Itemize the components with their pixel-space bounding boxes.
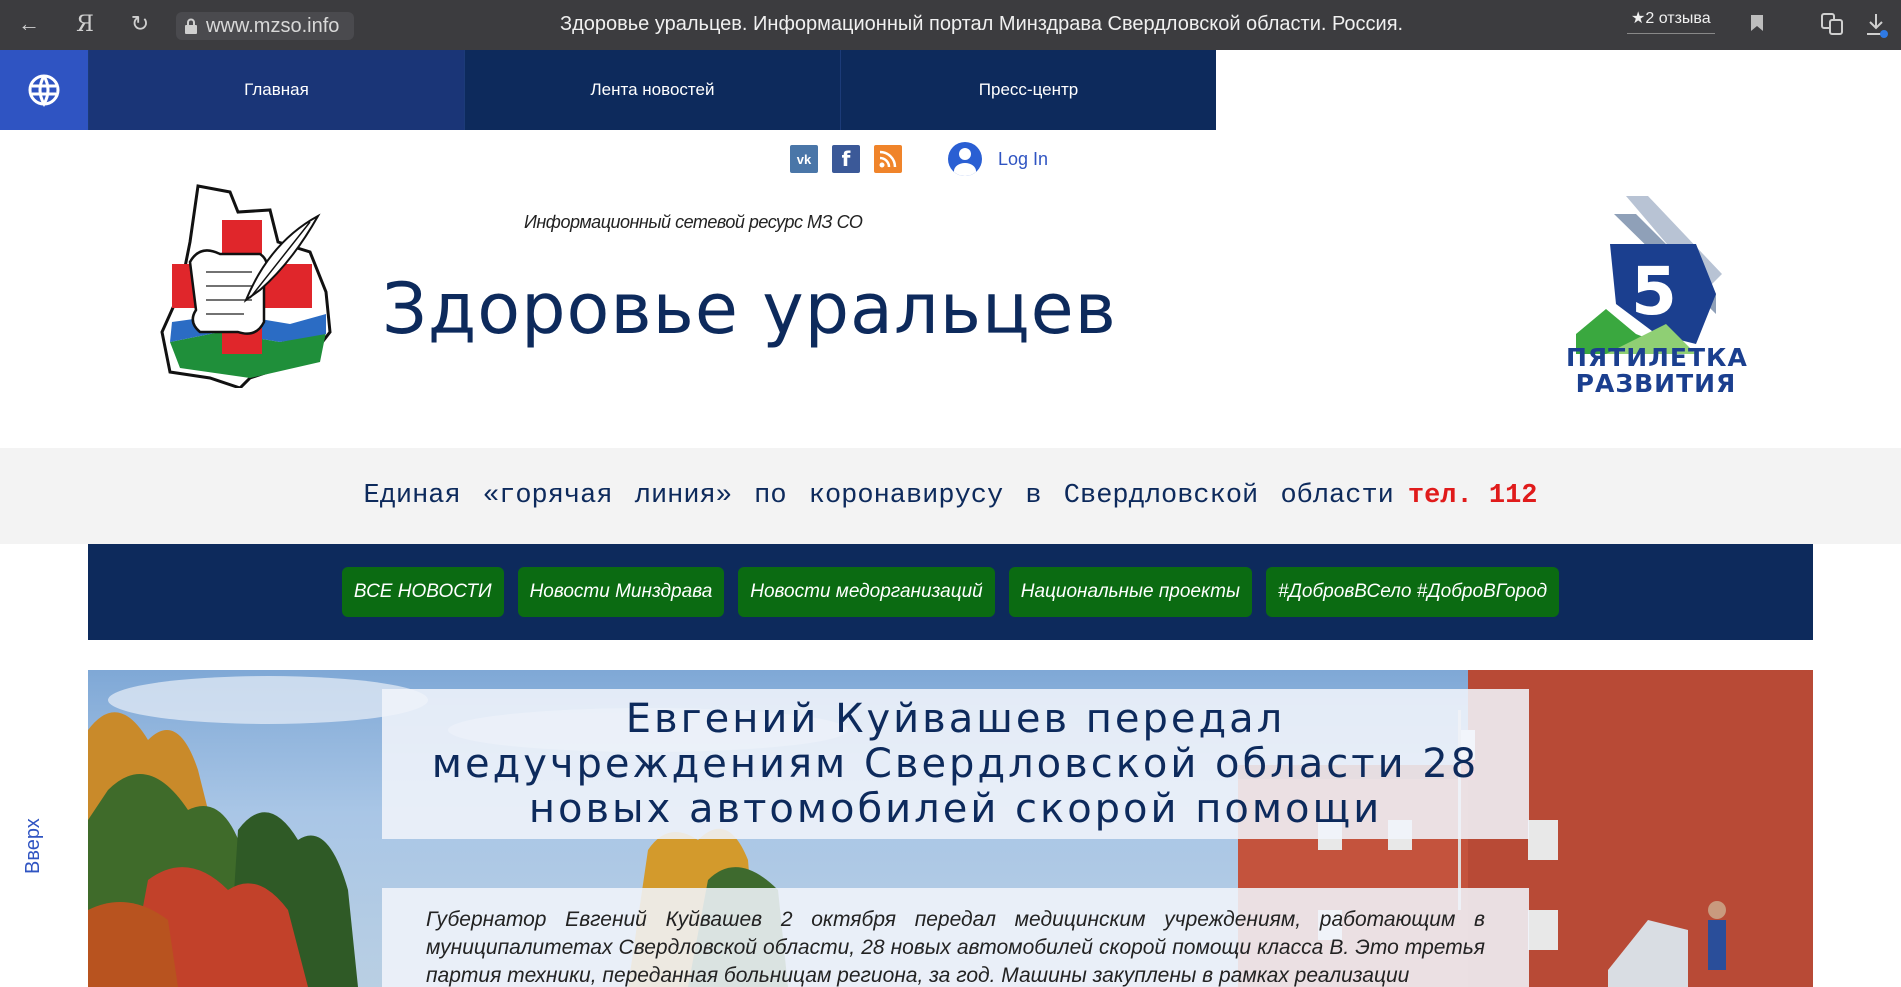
download-icon[interactable]	[1864, 12, 1888, 38]
url-text: www.mzso.info	[206, 14, 340, 37]
site-title[interactable]: Здоровье уральцев	[382, 268, 1117, 350]
vk-icon[interactable]: vk	[790, 145, 818, 173]
browser-toolbar: ← Я ↻ www.mzso.info Здоровье уральцев. И…	[0, 0, 1901, 50]
summary-box: Губернатор Евгений Куйвашев 2 октября пе…	[382, 888, 1529, 987]
login-label: Log In	[998, 148, 1049, 169]
category-dobro-hashtags[interactable]: #ДобровВСело #ДоброВГород	[1265, 567, 1560, 617]
category-all-news[interactable]: ВСЕ НОВОСТИ	[341, 567, 504, 617]
social-links: vk f	[790, 145, 916, 173]
ministry-logo	[160, 184, 332, 388]
bookmark-icon[interactable]	[1750, 14, 1764, 32]
extensions-icon[interactable]	[1820, 12, 1846, 36]
five-year-plan-line1: ПЯТИЛЕТКА	[1566, 343, 1748, 372]
featured-headline[interactable]: Евгений Куйвашев передал медучреждениям …	[382, 696, 1529, 832]
five-year-plan-line2: РАЗВИТИЯ	[1575, 369, 1737, 398]
nav-home[interactable]: Главная	[88, 50, 464, 130]
user-avatar-icon	[948, 142, 982, 176]
rss-glyph	[879, 150, 897, 168]
address-bar[interactable]: www.mzso.info	[176, 12, 354, 40]
rss-icon[interactable]	[874, 145, 902, 173]
page-title-tab: Здоровье уральцев. Информационный портал…	[560, 13, 1404, 35]
news-category-bar: ВСЕ НОВОСТИ Новости Минздрава Новости ме…	[88, 544, 1813, 640]
yandex-icon[interactable]: Я	[70, 9, 100, 39]
language-globe-button[interactable]	[0, 50, 88, 130]
covid-hotline-banner: Единая «горячая линия» по коронавирусу в…	[0, 448, 1901, 544]
featured-summary: Губернатор Евгений Куйвашев 2 октября пе…	[426, 908, 1485, 987]
reload-icon[interactable]: ↻	[125, 9, 155, 39]
nav-press-center[interactable]: Пресс-центр	[840, 50, 1216, 130]
login-button[interactable]: Log In	[948, 142, 1048, 176]
category-national-projects[interactable]: Национальные проекты	[1008, 567, 1252, 617]
lock-icon	[185, 18, 197, 34]
category-medorg-news[interactable]: Новости медорганизаций	[738, 567, 995, 617]
five-year-plan-caption: ПЯТИЛЕТКА РАЗВИТИЯ	[1566, 343, 1748, 398]
five-year-plan-number: 5	[1631, 253, 1677, 330]
reviews-badge[interactable]: ★2 отзыва	[1627, 8, 1715, 34]
back-arrow-icon[interactable]: ←	[14, 9, 44, 39]
hotline-text: Единая «горячая линия» по коронавирусу в…	[363, 481, 1394, 511]
featured-news[interactable]: Евгений Куйвашев передал медучреждениям …	[88, 670, 1813, 987]
headline-box: Евгений Куйвашев передал медучреждениям …	[382, 689, 1529, 839]
facebook-icon[interactable]: f	[832, 145, 860, 173]
category-ministry-news[interactable]: Новости Минздрава	[517, 567, 725, 617]
globe-icon	[28, 74, 60, 107]
top-navigation: Главная Лента новостей Пресс-центр	[0, 50, 1216, 130]
hotline-phone[interactable]: тел. 112	[1408, 481, 1538, 511]
site-tagline: Информационный сетевой ресурс МЗ СО	[524, 212, 863, 232]
nav-news-feed[interactable]: Лента новостей	[464, 50, 840, 130]
scroll-to-top-link[interactable]: Вверх	[22, 818, 45, 874]
